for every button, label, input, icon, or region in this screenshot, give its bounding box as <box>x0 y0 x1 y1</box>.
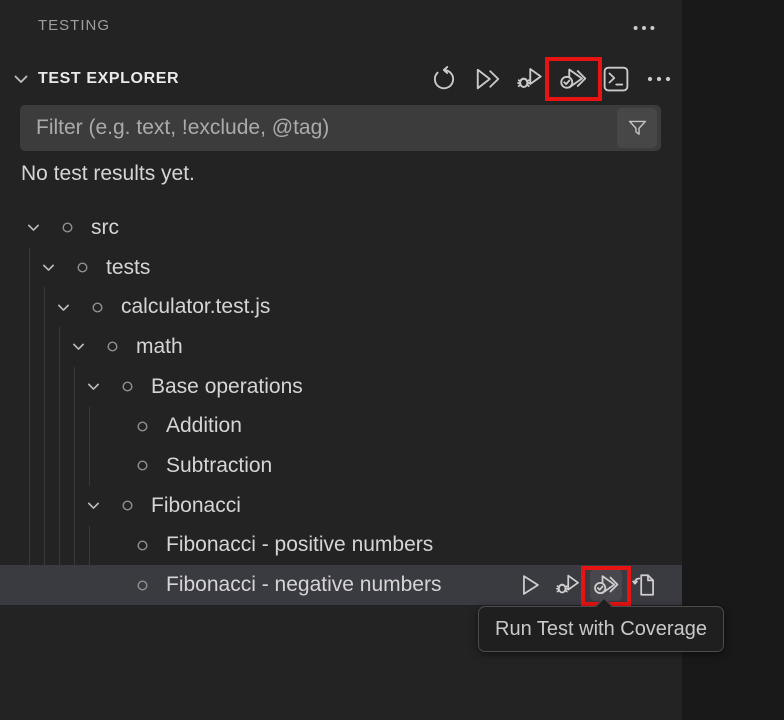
section-title: TEST EXPLORER <box>38 70 179 88</box>
indent-spacer <box>0 585 97 586</box>
more-actions-button[interactable] <box>644 64 674 94</box>
indent-spacer <box>0 545 97 546</box>
output-terminal-icon <box>601 64 631 94</box>
run-all-icon <box>472 64 502 94</box>
tree-item-tests[interactable]: tests <box>0 248 682 288</box>
run-all-with-coverage-icon <box>558 64 588 94</box>
tree-item-label: calculator.test.js <box>121 295 270 319</box>
test-state-circle-icon <box>131 415 153 437</box>
indent-spacer <box>0 267 37 268</box>
test-state-circle-icon <box>56 217 78 239</box>
row-actions <box>514 565 682 605</box>
chevron-down-icon <box>11 69 31 89</box>
indent-spacer <box>0 346 67 347</box>
tree-item-label: Addition <box>166 414 242 438</box>
run-all-button[interactable] <box>472 64 502 94</box>
tooltip: Run Test with Coverage <box>478 606 724 652</box>
test-state-circle-icon <box>131 574 153 596</box>
indent-spacer <box>0 426 97 427</box>
tree-item-label: Fibonacci <box>151 494 241 518</box>
run-test-with-coverage-button[interactable] <box>590 569 622 601</box>
pane-title: TESTING <box>38 17 110 34</box>
twisty-chevron-down-icon[interactable] <box>52 296 74 318</box>
tree-item-label: Fibonacci - positive numbers <box>166 533 433 557</box>
filter-options-button[interactable] <box>617 108 657 148</box>
debug-all-button[interactable] <box>515 64 545 94</box>
refresh-button[interactable] <box>429 64 459 94</box>
run-test-icon <box>516 571 544 599</box>
tree-item-base-operations[interactable]: Base operations <box>0 367 682 407</box>
twisty-chevron-down-icon[interactable] <box>82 495 104 517</box>
go-to-test-button[interactable] <box>628 569 660 601</box>
test-state-circle-icon <box>86 296 108 318</box>
go-to-test-icon <box>630 571 658 599</box>
twisty-chevron-down-icon[interactable] <box>82 376 104 398</box>
indent-spacer <box>0 505 82 506</box>
indent-spacer <box>0 227 22 228</box>
test-filter <box>20 105 661 151</box>
run-all-with-coverage-button[interactable] <box>558 64 588 94</box>
tree-item-label: math <box>136 335 183 359</box>
debug-test-button[interactable] <box>552 569 584 601</box>
test-explorer-section-header: TEST EXPLORER <box>0 58 682 100</box>
tree-item-math[interactable]: math <box>0 327 682 367</box>
tree-item-subtraction[interactable]: Subtraction <box>0 446 682 486</box>
test-state-circle-icon <box>116 376 138 398</box>
tree-item-fibonacci[interactable]: Fibonacci <box>0 486 682 526</box>
test-state-circle-icon <box>131 534 153 556</box>
filter-funnel-icon <box>626 117 649 140</box>
status-message: No test results yet. <box>21 162 195 186</box>
test-state-circle-icon <box>116 495 138 517</box>
twisty-chevron-down-icon[interactable] <box>67 336 89 358</box>
twisty-chevron-down-icon[interactable] <box>22 217 44 239</box>
refresh-icon <box>429 64 459 94</box>
tree-item-src[interactable]: src <box>0 208 682 248</box>
indent-spacer <box>0 307 52 308</box>
twisty-chevron-down-icon[interactable] <box>37 257 59 279</box>
section-toolbar <box>429 64 682 94</box>
pane-more-actions-button[interactable] <box>628 13 660 43</box>
run-test-button[interactable] <box>514 569 546 601</box>
output-terminal-button[interactable] <box>601 64 631 94</box>
run-test-with-coverage-icon <box>592 571 620 599</box>
more-actions-icon <box>644 64 674 94</box>
indent-spacer <box>0 465 97 466</box>
indent-spacer <box>0 386 82 387</box>
debug-test-icon <box>554 571 582 599</box>
test-state-circle-icon <box>131 455 153 477</box>
test-tree: src tests calculator.test.js math Base opera… <box>0 208 682 606</box>
tree-item-fibonacci-negative-numbers[interactable]: Fibonacci - negative numbers <box>0 565 682 605</box>
test-state-circle-icon <box>71 257 93 279</box>
tree-item-label: src <box>91 216 119 240</box>
tree-item-label: tests <box>106 256 150 280</box>
tree-item-label: Subtraction <box>166 454 272 478</box>
tree-item-addition[interactable]: Addition <box>0 406 682 446</box>
pane-header: TESTING <box>0 10 682 46</box>
tree-item-label: Base operations <box>151 375 303 399</box>
tooltip-text: Run Test with Coverage <box>495 618 707 641</box>
test-filter-input[interactable] <box>20 105 617 151</box>
more-actions-icon <box>630 14 658 42</box>
tree-item-label: Fibonacci - negative numbers <box>166 573 441 597</box>
section-collapse-button[interactable] <box>6 64 36 94</box>
test-state-circle-icon <box>101 336 123 358</box>
debug-all-icon <box>515 64 545 94</box>
tree-item-fibonacci-positive-numbers[interactable]: Fibonacci - positive numbers <box>0 526 682 566</box>
tree-item-calculator-test-js[interactable]: calculator.test.js <box>0 287 682 327</box>
